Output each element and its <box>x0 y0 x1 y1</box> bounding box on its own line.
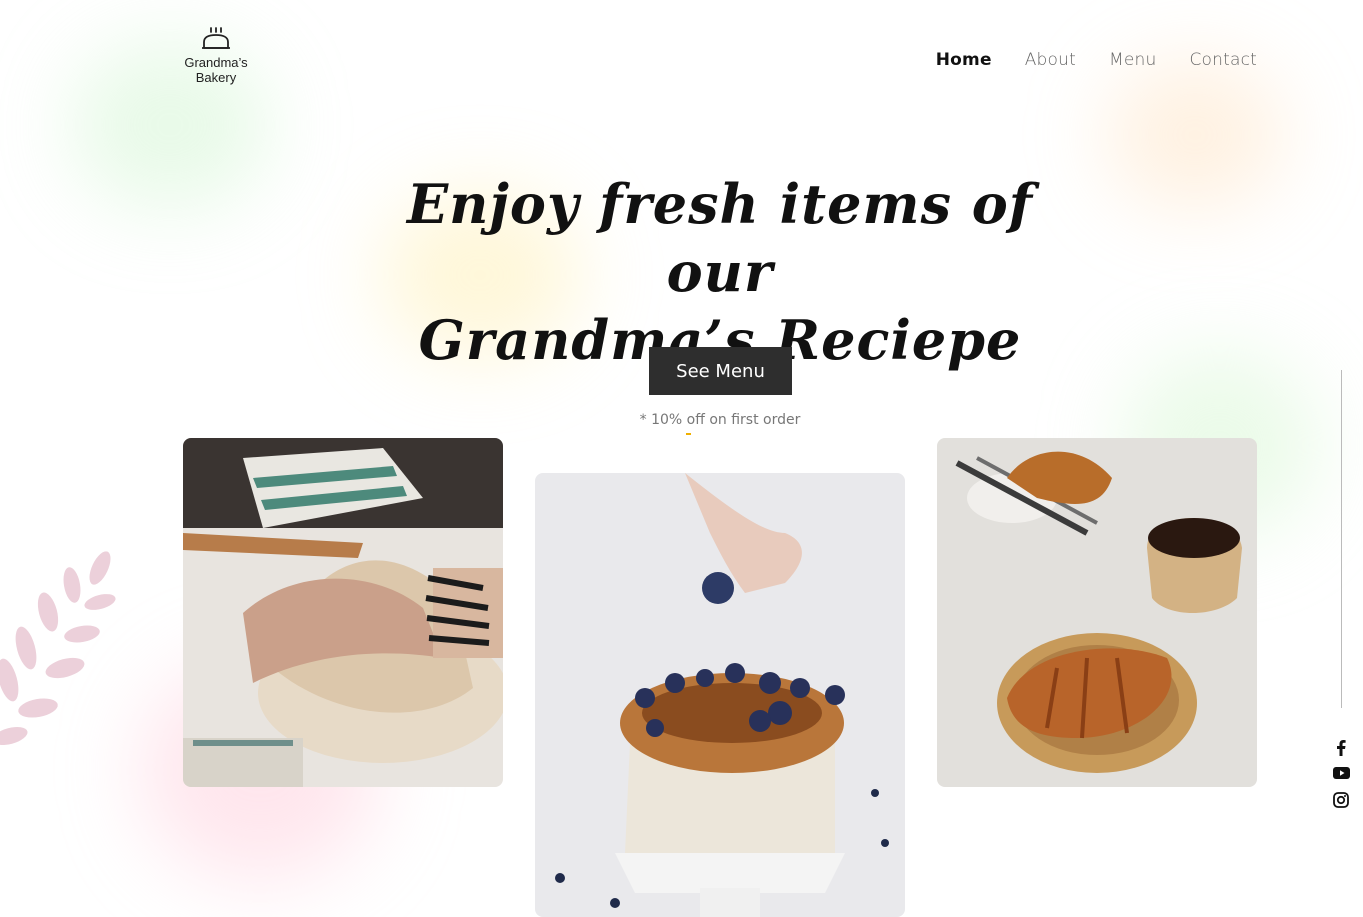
cake-image <box>535 473 905 917</box>
brand-name-line1: Grandma’s <box>184 55 248 70</box>
nav-home[interactable]: Home <box>936 50 992 70</box>
instagram-icon[interactable] <box>1332 791 1350 809</box>
hero-title: Enjoy fresh items of our Grandma’s Recie… <box>380 170 1060 374</box>
side-rail-line <box>1341 370 1342 708</box>
nav-about[interactable]: About <box>1025 50 1076 70</box>
photo-blueberry-cake <box>535 473 905 917</box>
facebook-icon[interactable] <box>1332 739 1350 757</box>
brand-logo[interactable]: Grandma’s Bakery <box>176 26 256 85</box>
hero-title-line1: Enjoy fresh items of our <box>406 172 1034 304</box>
brand-name-line2: Bakery <box>195 70 237 85</box>
page: Grandma’s Bakery Home About Menu Contact… <box>0 0 1363 917</box>
nav-menu[interactable]: Menu <box>1109 50 1156 70</box>
photo-croissant-coffee <box>937 438 1257 787</box>
main-nav: Home About Menu Contact <box>936 50 1257 70</box>
photo-dough-kneading <box>183 438 503 787</box>
dough-image <box>183 438 503 787</box>
bread-icon <box>202 27 230 49</box>
background-blob-orange <box>1105 60 1285 210</box>
leaf-decoration <box>0 551 116 746</box>
youtube-icon[interactable] <box>1332 764 1350 782</box>
nav-contact[interactable]: Contact <box>1189 50 1257 70</box>
brand-name: Grandma’s Bakery <box>176 55 256 85</box>
offer-note: * 10% off on first order <box>639 412 801 428</box>
offer-accent-dash <box>686 433 691 435</box>
see-menu-button[interactable]: See Menu <box>649 347 792 395</box>
croissant-image <box>937 438 1257 787</box>
